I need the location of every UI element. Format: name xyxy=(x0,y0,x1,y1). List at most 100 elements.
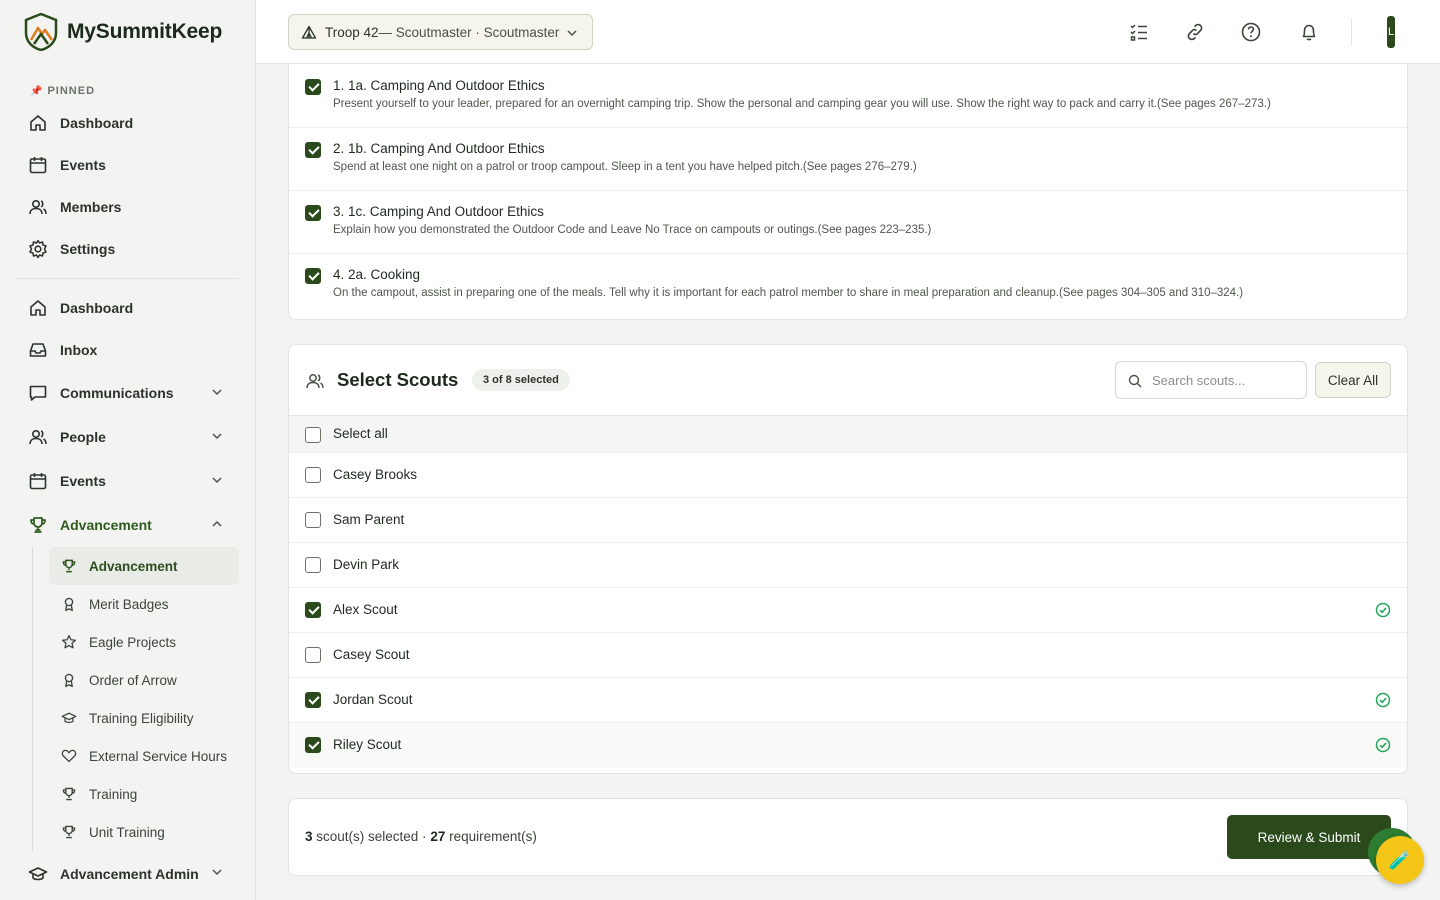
scout-checkbox[interactable] xyxy=(305,467,321,483)
scout-checkbox[interactable] xyxy=(305,737,321,753)
select-scouts-card: Select Scouts 3 of 8 selected Search sco… xyxy=(288,344,1408,774)
calendar-icon xyxy=(28,471,48,491)
sidebar-item-communications[interactable]: Communications xyxy=(0,371,255,415)
scout-name: Devin Park xyxy=(333,557,400,572)
chevron-up-icon[interactable] xyxy=(211,518,223,530)
troop-selector[interactable]: Troop 42 — Scoutmaster · Scoutmaster xyxy=(288,14,593,50)
scout-row[interactable]: Alex Scout xyxy=(289,588,1407,633)
sidebar-subitem-merit-badges[interactable]: Merit Badges xyxy=(49,585,239,623)
requirement-title: 4. 2a. Cooking xyxy=(333,267,421,282)
sidebar-item-label: Settings xyxy=(60,241,116,257)
sidebar-item-advancement[interactable]: Advancement xyxy=(0,503,255,547)
chevron-down-icon[interactable] xyxy=(211,430,223,442)
requirement-description: Explain how you demonstrated the Outdoor… xyxy=(333,224,932,236)
scout-checkbox[interactable] xyxy=(305,692,321,708)
clear-all-button[interactable]: Clear All xyxy=(1315,362,1391,398)
sidebar-item-events[interactable]: Events xyxy=(0,459,255,503)
requirement-description: Present yourself to your leader, prepare… xyxy=(333,98,1271,110)
requirement-description: Spend at least one night on a patrol or … xyxy=(333,161,917,173)
sidebar-subitem-training-eligibility[interactable]: Training Eligibility xyxy=(49,699,239,737)
bell-icon[interactable] xyxy=(1297,20,1321,44)
sidebar-subitem-label: Eagle Projects xyxy=(89,634,177,650)
main-content: 1. 1a. Camping And Outdoor Ethics Presen… xyxy=(256,64,1440,900)
sidebar-item-people[interactable]: People xyxy=(0,415,255,459)
sidebar-pinned-dashboard[interactable]: Dashboard xyxy=(0,102,255,144)
sidebar-subitem-training[interactable]: Training xyxy=(49,775,239,813)
test-tube-fab-button[interactable]: 🧪 xyxy=(1376,836,1424,884)
sidebar-item-advancement-admin[interactable]: Advancement Admin xyxy=(0,851,255,897)
search-input[interactable]: Search scouts... xyxy=(1115,361,1307,399)
requirement-checkbox[interactable] xyxy=(305,205,321,221)
requirement-checkbox[interactable] xyxy=(305,268,321,284)
scout-row[interactable]: Casey Scout xyxy=(289,633,1407,678)
sidebar-item-label: Advancement xyxy=(60,517,152,533)
scout-checkbox[interactable] xyxy=(305,512,321,528)
sidebar-item-dashboard[interactable]: Dashboard xyxy=(0,287,255,329)
topbar-divider xyxy=(1351,18,1352,46)
sidebar-subitem-label: Unit Training xyxy=(89,824,165,840)
scout-row[interactable]: Sam Parent xyxy=(289,498,1407,543)
graduation-cap-icon xyxy=(28,864,48,884)
brand[interactable]: MySummitKeep xyxy=(0,0,255,64)
scout-row[interactable]: Riley Scout xyxy=(289,723,1407,768)
scout-row[interactable]: Casey Brooks xyxy=(289,453,1407,498)
sidebar-subitem-label: Merit Badges xyxy=(89,596,169,612)
scout-name: Alex Scout xyxy=(333,602,398,617)
requirement-row[interactable]: 4. 2a. Cooking On the campout, assist in… xyxy=(289,254,1407,317)
select-all-checkbox[interactable] xyxy=(305,427,321,443)
submit-footer: 3 scout(s) selected · 27 requirement(s) … xyxy=(288,798,1408,876)
sidebar-subitem-external-service-hours[interactable]: External Service Hours xyxy=(49,737,239,775)
requirement-description: On the campout, assist in preparing one … xyxy=(333,287,1244,299)
sidebar-subitem-advancement[interactable]: Advancement xyxy=(49,547,239,585)
sidebar-subitem-unit-training[interactable]: Unit Training xyxy=(49,813,239,851)
sidebar-item-label: Members xyxy=(60,199,122,215)
scout-checkbox[interactable] xyxy=(305,647,321,663)
sidebar-subitem-order-of-arrow[interactable]: Order of Arrow xyxy=(49,661,239,699)
scout-name: Riley Scout xyxy=(333,737,402,752)
scout-checkbox[interactable] xyxy=(305,557,321,573)
sidebar-pinned-settings[interactable]: Settings xyxy=(0,228,255,270)
sidebar-subitem-label: Advancement xyxy=(89,558,178,574)
requirement-title: 2. 1b. Camping And Outdoor Ethics xyxy=(333,141,545,156)
scout-row[interactable]: Devin Park xyxy=(289,543,1407,588)
home-icon xyxy=(28,298,48,318)
trophy-icon xyxy=(61,558,77,574)
sidebar-divider xyxy=(16,278,239,279)
chevron-down-icon[interactable] xyxy=(211,866,223,878)
requirement-checkbox[interactable] xyxy=(305,79,321,95)
link-icon[interactable] xyxy=(1183,20,1207,44)
trophy-icon xyxy=(61,786,77,802)
brand-name: MySummitKeep xyxy=(67,20,223,43)
sidebar-item-inbox[interactable]: Inbox xyxy=(0,329,255,371)
requirement-checkbox[interactable] xyxy=(305,142,321,158)
scouts-header: Select Scouts 3 of 8 selected Search sco… xyxy=(289,345,1407,416)
checklist-icon[interactable] xyxy=(1127,20,1151,44)
sidebar-item-label: Inbox xyxy=(60,342,98,358)
sidebar-subitem-eagle-projects[interactable]: Eagle Projects xyxy=(49,623,239,661)
pinned-label: PINNED xyxy=(47,85,96,97)
requirement-count-label: requirement(s) xyxy=(445,829,537,844)
check-circle-icon xyxy=(1375,602,1391,618)
requirement-row[interactable]: 1. 1a. Camping And Outdoor Ethics Presen… xyxy=(289,65,1407,128)
requirement-row[interactable]: 2. 1b. Camping And Outdoor Ethics Spend … xyxy=(289,128,1407,191)
sidebar-item-label: Communications xyxy=(60,385,174,401)
chevron-down-icon[interactable] xyxy=(211,386,223,398)
sidebar: MySummitKeep 📌 PINNED Dashboard Events M… xyxy=(0,0,256,900)
users-icon xyxy=(28,427,48,447)
sidebar-pinned-members[interactable]: Members xyxy=(0,186,255,228)
chevron-down-icon[interactable] xyxy=(211,474,223,486)
help-icon[interactable] xyxy=(1239,20,1263,44)
section-title: Select Scouts xyxy=(337,369,459,390)
scout-count: 3 xyxy=(305,829,313,844)
heart-icon xyxy=(61,748,77,764)
troop-name: Troop 42 xyxy=(325,24,379,40)
selected-count-badge: 3 of 8 selected xyxy=(472,369,570,391)
sidebar-pinned-events[interactable]: Events xyxy=(0,144,255,186)
scout-checkbox[interactable] xyxy=(305,602,321,618)
avatar-initial: L xyxy=(1387,26,1395,38)
select-all-row[interactable]: Select all xyxy=(289,416,1407,453)
avatar[interactable]: L xyxy=(1387,16,1395,48)
scout-row[interactable]: Jordan Scout xyxy=(289,678,1407,723)
requirement-row[interactable]: 3. 1c. Camping And Outdoor Ethics Explai… xyxy=(289,191,1407,254)
review-submit-button[interactable]: Review & Submit xyxy=(1227,815,1391,859)
